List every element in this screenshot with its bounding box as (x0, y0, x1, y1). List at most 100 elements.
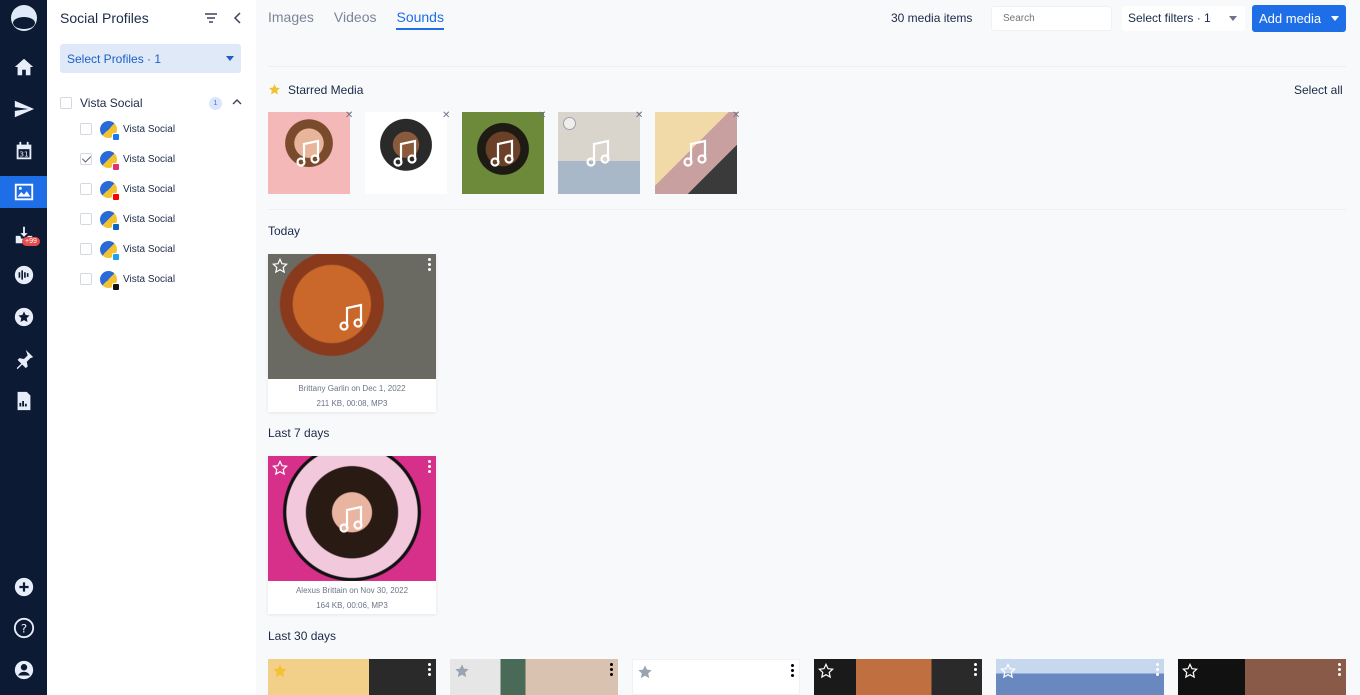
more-options-icon[interactable] (428, 258, 432, 272)
star-outline-icon[interactable] (272, 460, 288, 476)
media-thumbnail[interactable] (268, 659, 436, 695)
add-media-button[interactable]: Add media (1252, 5, 1346, 32)
profile-label: Vista Social (123, 183, 176, 195)
music-note-icon (683, 139, 707, 167)
starred-media-thumbnail[interactable] (268, 112, 350, 194)
star-filled-icon[interactable] (637, 664, 653, 680)
profile-label: Vista Social (123, 243, 176, 255)
media-thumbnail[interactable] (1178, 659, 1346, 695)
media-count: 30 media items (891, 11, 973, 25)
group-checkbox[interactable] (60, 97, 72, 109)
profile-checkbox[interactable] (80, 243, 92, 255)
select-profiles-label: Select Profiles · 1 (67, 51, 162, 66)
help-icon[interactable]: ? (0, 612, 47, 644)
profile-label: Vista Social (123, 123, 176, 135)
profile-row-linkedin[interactable]: Vista Social (80, 210, 240, 231)
reports-icon[interactable] (0, 385, 47, 417)
divider (268, 66, 1346, 67)
tab-images[interactable]: Images (268, 9, 314, 30)
profile-row-twitter[interactable]: Vista Social (80, 240, 240, 261)
profile-checkbox[interactable] (80, 273, 92, 285)
starred-media-thumbnail[interactable] (462, 112, 544, 194)
app-rail: 31 +99 ? (0, 0, 47, 695)
instagram-icon (112, 162, 120, 171)
profile-row-instagram[interactable]: Vista Social (80, 150, 240, 171)
vista-social-logo[interactable] (11, 5, 37, 31)
filter-icon[interactable] (204, 11, 218, 25)
more-options-icon[interactable] (974, 663, 978, 677)
remove-star-icon[interactable]: ✕ (635, 110, 643, 121)
media-thumbnail[interactable] (450, 659, 618, 695)
star-filled-icon[interactable] (454, 663, 470, 679)
inbox-icon[interactable] (0, 219, 47, 251)
select-circle-icon[interactable] (563, 117, 576, 130)
more-options-icon[interactable] (428, 663, 432, 677)
profile-checkbox[interactable] (80, 123, 92, 135)
select-all-link[interactable]: Select all (1294, 83, 1343, 97)
media-thumbnail[interactable] (814, 659, 982, 695)
divider (268, 209, 1346, 210)
remove-star-icon[interactable]: ✕ (538, 110, 546, 121)
star-filled-icon[interactable] (272, 663, 288, 679)
filters-label: Select filters · 1 (1128, 11, 1211, 25)
section-title-last-7-days: Last 7 days (268, 426, 330, 440)
profile-checkbox[interactable] (80, 183, 92, 195)
remove-star-icon[interactable]: ✕ (732, 110, 740, 121)
media-thumbnail[interactable] (632, 659, 800, 695)
more-options-icon[interactable] (1338, 663, 1342, 677)
add-icon[interactable] (0, 571, 47, 603)
profile-label: Vista Social (123, 213, 176, 225)
more-options-icon[interactable] (1156, 663, 1160, 677)
profile-label: Vista Social (123, 153, 176, 165)
listening-icon[interactable] (0, 259, 47, 291)
media-author-date: Brittany Garlin on Dec 1, 2022 (298, 384, 406, 393)
media-type-tabs: Images Videos Sounds (268, 9, 444, 30)
reviews-star-icon[interactable] (0, 301, 47, 333)
remove-star-icon[interactable]: ✕ (442, 110, 450, 121)
pin-icon[interactable] (0, 343, 47, 375)
avatar (100, 120, 120, 141)
tab-videos[interactable]: Videos (334, 9, 377, 30)
profile-group-row[interactable]: Vista Social 1 (60, 94, 246, 112)
profile-checkbox[interactable] (80, 213, 92, 225)
chevron-up-icon[interactable] (231, 96, 243, 108)
starred-media-thumbnail[interactable] (365, 112, 447, 194)
caret-down-icon (1229, 16, 1237, 21)
star-outline-icon[interactable] (818, 663, 834, 679)
publish-icon[interactable] (0, 93, 47, 125)
starred-media-title: Starred Media (288, 83, 364, 97)
profile-checkbox[interactable] (80, 153, 92, 165)
tab-sounds[interactable]: Sounds (396, 9, 444, 30)
search-input[interactable] (991, 6, 1112, 31)
more-options-icon[interactable] (428, 460, 432, 474)
inbox-count-badge: +99 (22, 237, 40, 246)
star-filled-icon (269, 84, 280, 95)
section-title-today: Today (268, 224, 301, 238)
starred-media-thumbnail[interactable] (655, 112, 737, 194)
svg-text:?: ? (20, 622, 26, 636)
profile-row-tiktok[interactable]: Vista Social (80, 270, 240, 291)
more-options-icon[interactable] (791, 664, 795, 678)
media-library-icon[interactable] (0, 176, 47, 208)
calendar-icon[interactable]: 31 (0, 135, 47, 167)
media-card[interactable]: Brittany Garlin on Dec 1, 2022 211 KB, 0… (268, 254, 436, 412)
select-profiles-dropdown[interactable]: Select Profiles · 1 (60, 44, 241, 73)
account-icon[interactable] (0, 654, 47, 686)
media-thumbnail[interactable] (996, 659, 1164, 695)
chevron-left-icon[interactable] (231, 11, 245, 25)
star-outline-icon[interactable] (1182, 663, 1198, 679)
select-filters-dropdown[interactable]: Select filters · 1 (1122, 6, 1245, 31)
more-options-icon[interactable] (610, 663, 614, 677)
twitter-icon (112, 252, 120, 261)
music-note-icon (393, 139, 417, 167)
avatar (100, 240, 120, 261)
remove-star-icon[interactable]: ✕ (345, 110, 353, 121)
profile-row-facebook[interactable]: Vista Social (80, 120, 240, 141)
profile-row-youtube[interactable]: Vista Social (80, 180, 240, 201)
home-icon[interactable] (0, 51, 47, 83)
media-thumbnail[interactable] (268, 254, 436, 379)
media-thumbnail[interactable] (268, 456, 436, 581)
star-outline-icon[interactable] (272, 258, 288, 274)
media-card[interactable]: Alexus Brittain on Nov 30, 2022 164 KB, … (268, 456, 436, 614)
star-outline-icon[interactable] (1000, 663, 1016, 679)
